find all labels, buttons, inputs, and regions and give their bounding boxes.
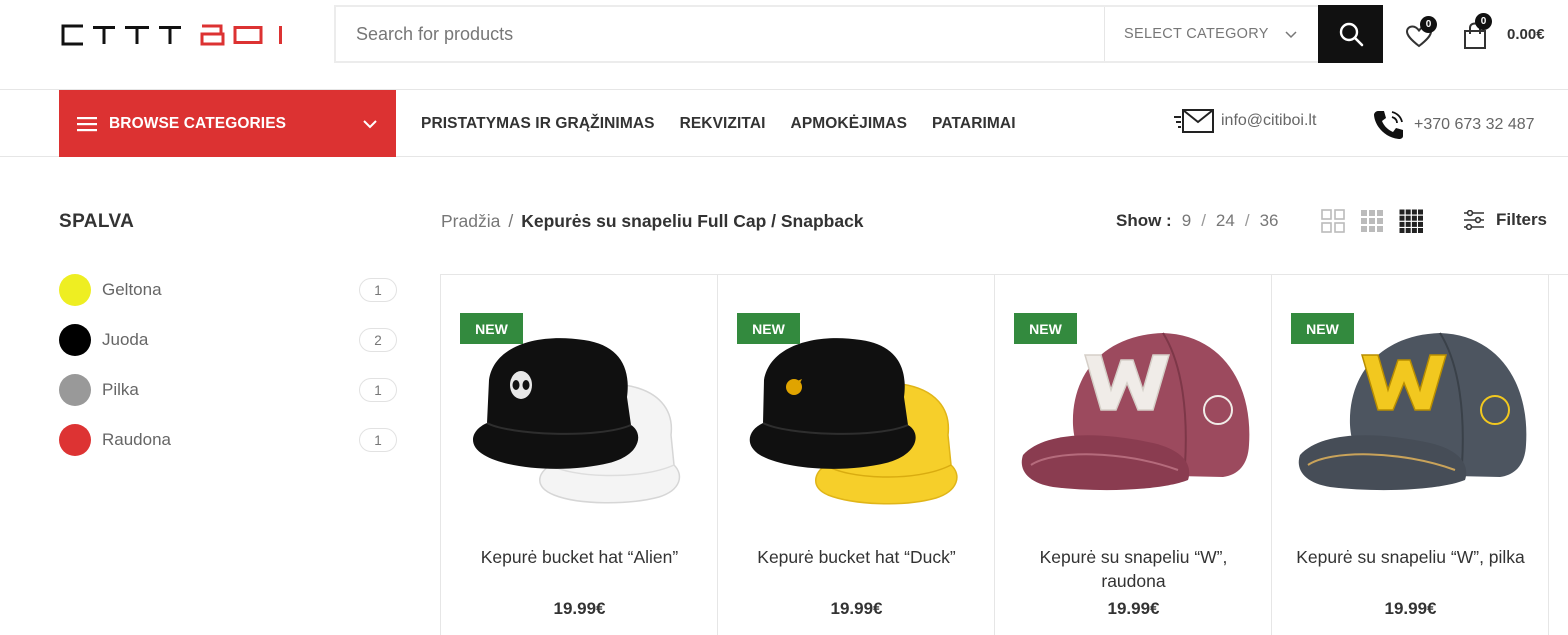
browse-categories-button[interactable]: BROWSE CATEGORIES [59, 90, 396, 157]
color-filter-black[interactable]: Juoda 2 [59, 315, 397, 365]
nav-link-payment[interactable]: APMOKĖJIMAS [791, 115, 908, 133]
color-filter-grey[interactable]: Pilka 1 [59, 365, 397, 415]
breadcrumb-current: Kepurės su snapeliu Full Cap / Snapback [521, 211, 864, 231]
category-select[interactable]: SELECT CATEGORY [1104, 7, 1318, 61]
email-text: info@citiboi.lt [1221, 112, 1317, 129]
breadcrumb: Pradžia / Kepurės su snapeliu Full Cap / S… [441, 211, 864, 232]
nav-link-shipping[interactable]: PRISTATYMAS IR GRĄŽINIMAS [421, 115, 655, 133]
product-card[interactable]: NEW Kepurė bucket hat “Duck” 19.99€ [718, 275, 995, 635]
breadcrumb-home[interactable]: Pradžia [441, 211, 500, 231]
wishlist-count-badge: 0 [1420, 16, 1437, 33]
product-name[interactable]: Kepurė su snapeliu “W”, pilka [1292, 545, 1529, 569]
show-label: Show : [1116, 211, 1172, 230]
filters-label: Filters [1496, 210, 1548, 229]
nav-link-tips[interactable]: PATARIMAI [932, 115, 1016, 133]
color-filter-label: Raudona [102, 430, 172, 449]
color-swatch [59, 274, 91, 306]
site-header: SELECT CATEGORY 0 0 0.00€ [0, 0, 1568, 90]
search-icon [1339, 22, 1363, 47]
color-swatch [59, 424, 91, 456]
search-button[interactable] [1318, 5, 1383, 63]
per-page-option-9[interactable]: 9 [1182, 211, 1191, 231]
product-price: 19.99€ [1107, 599, 1160, 618]
nav-link-requisites[interactable]: REKVIZITAI [680, 115, 766, 133]
color-filter-count: 1 [359, 378, 397, 402]
new-badge: NEW [460, 313, 523, 344]
filters-button[interactable]: Filters [1463, 210, 1547, 230]
envelope-icon [1174, 109, 1214, 133]
color-filter-label: Pilka [102, 380, 139, 399]
search-bar: SELECT CATEGORY [334, 5, 1383, 63]
color-filter-red[interactable]: Raudona 1 [59, 415, 397, 465]
color-filter-list: Geltona 1 Juoda 2 Pilka 1 Raudona 1 [59, 265, 397, 465]
chevron-down-icon [363, 119, 377, 128]
new-badge: NEW [1291, 313, 1354, 344]
wishlist-button[interactable]: 0 [1405, 16, 1437, 48]
color-filter-count: 2 [359, 328, 397, 352]
phone-icon [1374, 111, 1403, 139]
product-price: 19.99€ [553, 599, 606, 618]
product-name[interactable]: Kepurė su snapeliu “W”, raudona [1015, 545, 1252, 593]
color-filter-label: Geltona [102, 280, 162, 299]
product-price: 19.99€ [830, 599, 883, 618]
color-filter-label: Juoda [102, 330, 149, 349]
color-filter-count: 1 [359, 428, 397, 452]
grid-view-switcher [1321, 209, 1438, 233]
product-name[interactable]: Kepurė bucket hat “Duck” [738, 545, 975, 569]
phone-contact[interactable]: +370 673 32 487 [1370, 107, 1535, 143]
product-name[interactable]: Kepurė bucket hat “Alien” [461, 545, 698, 569]
color-swatch [59, 324, 91, 356]
search-input[interactable] [336, 7, 1104, 61]
grid-2-columns-icon[interactable] [1321, 209, 1345, 233]
nav-links: PRISTATYMAS IR GRĄŽINIMAS REKVIZITAI APM… [421, 90, 1041, 157]
breadcrumb-separator: / [508, 211, 514, 231]
per-page-option-36[interactable]: 36 [1260, 211, 1279, 231]
menu-icon [77, 116, 97, 131]
per-page-selector: Show : 9 / 24 / 36 [1116, 211, 1279, 231]
main-navigation: BROWSE CATEGORIES PRISTATYMAS IR GRĄŽINI… [0, 90, 1568, 157]
browse-categories-label: BROWSE CATEGORIES [109, 114, 287, 132]
product-card[interactable]: NEW Kepurė su snapeliu “W”, pilka 19.99€ [1272, 275, 1549, 635]
sliders-icon [1464, 210, 1484, 230]
color-filter-yellow[interactable]: Geltona 1 [59, 265, 397, 315]
color-filter-title: SPALVA [59, 211, 135, 232]
color-filter-count: 1 [359, 278, 397, 302]
product-card[interactable]: NEW Kepurė bucket hat “Alien” 19.99€ [441, 275, 718, 635]
product-grid: NEW Kepurė bucket hat “Alien” 19.99€ NEW… [440, 274, 1568, 635]
color-swatch [59, 374, 91, 406]
cart-button[interactable]: 0 [1462, 13, 1494, 49]
grid-3-columns-icon[interactable] [1360, 209, 1384, 233]
cart-total[interactable]: 0.00€ [1507, 26, 1545, 43]
phone-text: +370 673 32 487 [1414, 116, 1535, 133]
product-card[interactable]: NEW Kepurė su snapeliu “W”, raudona 19.9… [995, 275, 1272, 635]
per-page-separator: / [1244, 211, 1250, 230]
grid-4-columns-icon[interactable] [1399, 209, 1423, 233]
new-badge: NEW [737, 313, 800, 344]
chevron-down-icon [1285, 31, 1297, 39]
per-page-separator: / [1201, 211, 1206, 230]
new-badge: NEW [1014, 313, 1077, 344]
product-price: 19.99€ [1384, 599, 1437, 618]
citiboi-logo[interactable] [59, 22, 304, 48]
category-select-label: SELECT CATEGORY [1124, 26, 1269, 42]
email-contact[interactable]: info@citiboi.lt [1173, 107, 1316, 135]
per-page-option-24[interactable]: 24 [1216, 211, 1235, 231]
cart-count-badge: 0 [1475, 13, 1492, 30]
